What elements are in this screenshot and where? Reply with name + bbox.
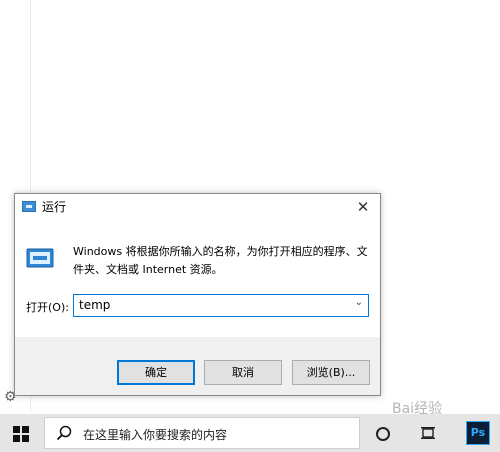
dialog-body: Windows 将根据你所输入的名称，为你打开相应的程序、文件夹、文档或 Int… xyxy=(15,220,380,337)
search-placeholder: 在这里输入你要搜索的内容 xyxy=(83,428,228,442)
run-dialog: 运行 ✕ Windows 将根据你所输入的名称，为你打开相应的程序、文件夹、文档… xyxy=(14,193,381,396)
cortana-icon[interactable] xyxy=(376,427,390,441)
dialog-description: Windows 将根据你所输入的名称，为你打开相应的程序、文件夹、文档或 Int… xyxy=(73,245,368,276)
close-icon[interactable]: ✕ xyxy=(346,194,380,220)
task-view-icon[interactable] xyxy=(421,427,435,439)
search-icon xyxy=(56,425,72,441)
dialog-title: 运行 xyxy=(42,200,67,214)
open-label: 打开(O): xyxy=(26,301,69,314)
chevron-down-icon[interactable]: ⌄ xyxy=(355,297,363,308)
desktop: ⚙ 运行 ✕ Windows 将根据你所输入的名称，为你打开相应的程序、文件夹、… xyxy=(0,0,500,452)
browse-button[interactable]: 浏览(B)... xyxy=(292,360,370,385)
photoshop-icon[interactable]: Ps xyxy=(466,421,490,445)
dialog-titlebar[interactable]: 运行 ✕ xyxy=(15,194,380,220)
ok-button[interactable]: 确定 xyxy=(117,360,195,385)
open-input-value[interactable]: temp xyxy=(79,298,110,312)
taskbar: 在这里输入你要搜索的内容 Ps xyxy=(0,414,500,452)
open-input[interactable]: temp ⌄ xyxy=(73,294,369,317)
taskbar-search-box[interactable]: 在这里输入你要搜索的内容 xyxy=(44,417,360,449)
run-program-icon xyxy=(26,248,54,268)
windows-start-icon[interactable] xyxy=(13,426,29,442)
cancel-button[interactable]: 取消 xyxy=(204,360,282,385)
run-app-icon xyxy=(22,201,36,212)
